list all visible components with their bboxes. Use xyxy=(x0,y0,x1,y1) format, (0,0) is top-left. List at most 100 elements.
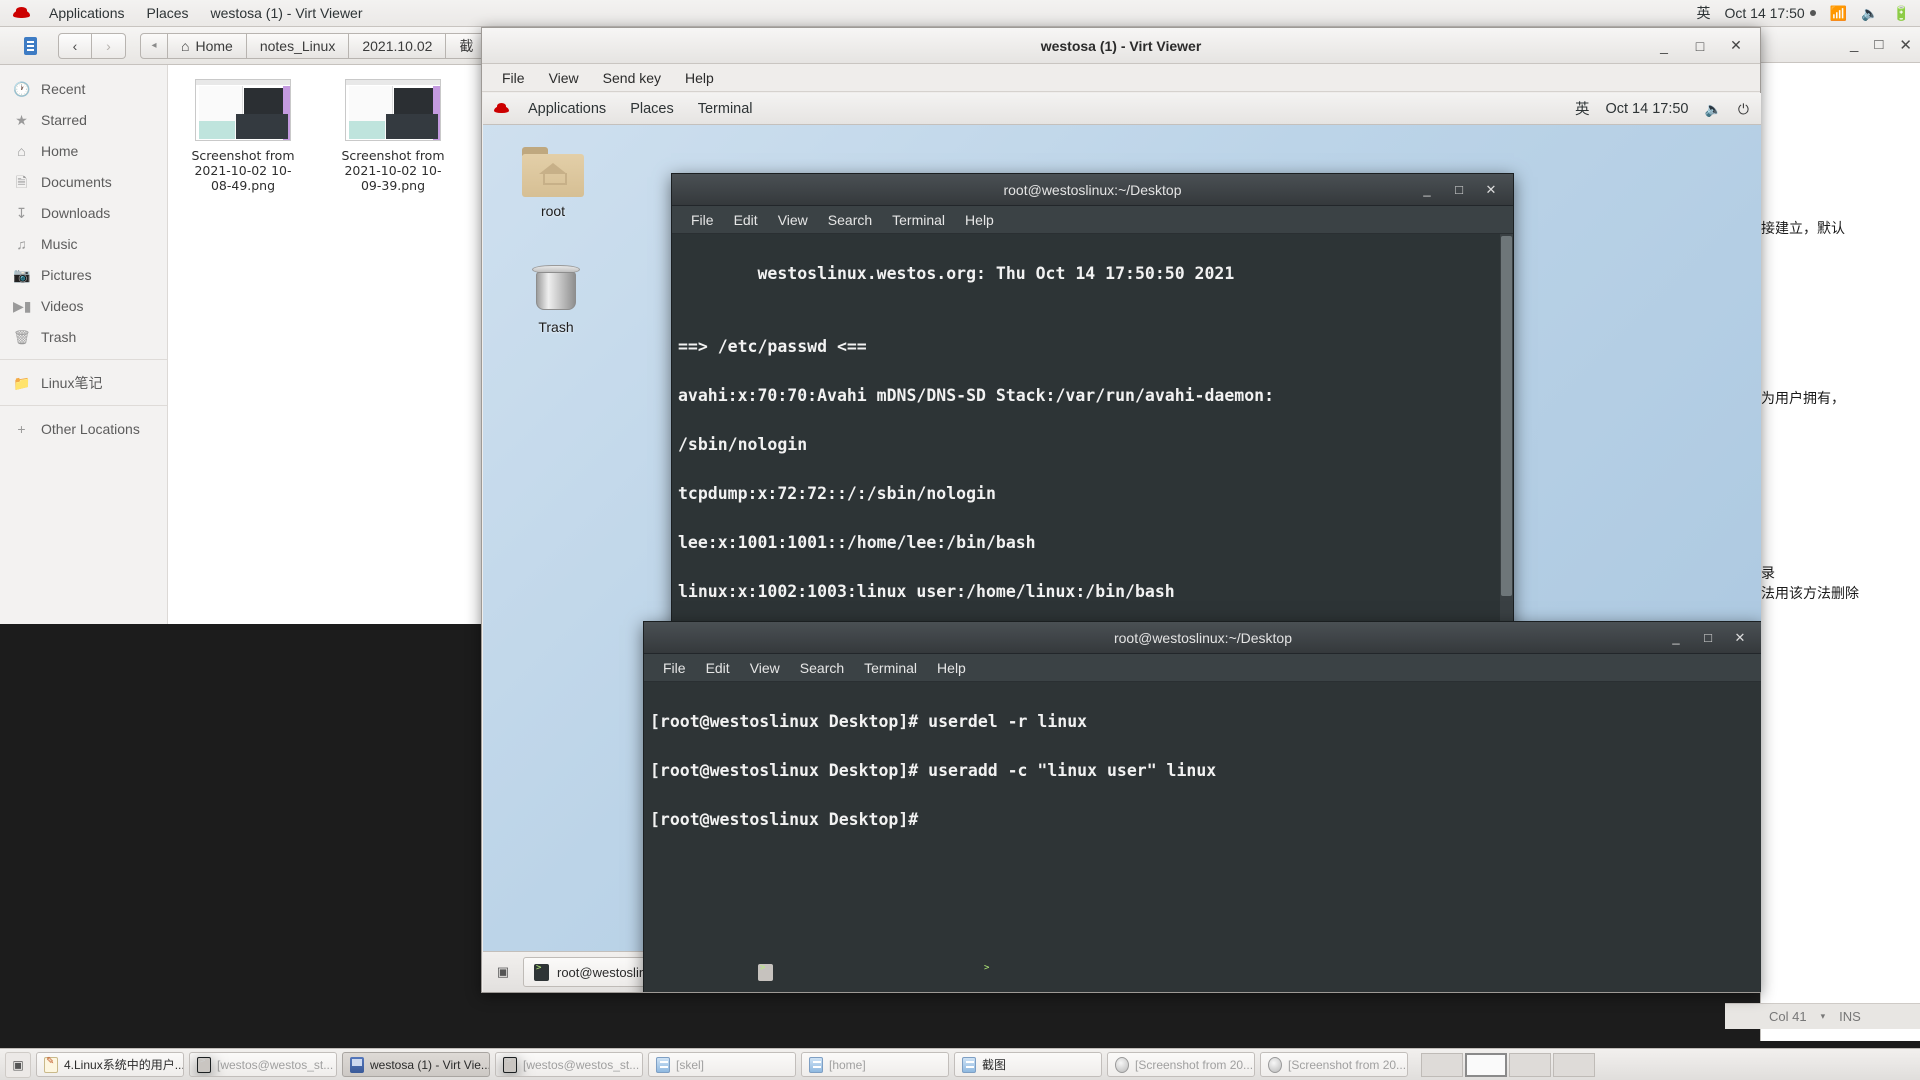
terminal-window-foreground[interactable]: root@westoslinux:~/Desktop _ □ ✕ File Ed… xyxy=(643,621,1761,992)
host-taskbar-item-virt-viewer[interactable]: westosa (1) - Virt Vie... xyxy=(342,1052,490,1077)
battery-icon[interactable]: 🔋 xyxy=(1893,6,1910,20)
menu-help[interactable]: Help xyxy=(675,67,724,89)
host-taskbar-item-home[interactable]: [home] xyxy=(801,1052,949,1077)
text-editor-minimize-button[interactable]: _ xyxy=(1850,36,1858,53)
host-taskbar-item-label: 截图 xyxy=(982,1056,1006,1073)
back-button[interactable]: ‹ xyxy=(58,33,92,59)
breadcrumb-item-home[interactable]: ⌂ Home xyxy=(168,33,247,59)
screenshot-icon xyxy=(1115,1057,1129,1073)
terminal-menu-file[interactable]: File xyxy=(654,657,695,679)
sidebar-item-pictures[interactable]: 📷 Pictures xyxy=(0,259,167,290)
host-taskbar-item-terminal-1[interactable]: [westos@westos_st... xyxy=(189,1052,337,1077)
terminal-menu-view[interactable]: View xyxy=(769,209,817,231)
redhat-logo-icon[interactable] xyxy=(493,102,511,115)
terminal-menu-terminal[interactable]: Terminal xyxy=(855,657,926,679)
desktop-icon-root[interactable]: root xyxy=(505,147,601,219)
terminal-front-minimize-button[interactable]: _ xyxy=(1661,626,1691,650)
text-editor-close-button[interactable]: ✕ xyxy=(1899,36,1912,54)
menu-send-key[interactable]: Send key xyxy=(593,67,671,89)
terminal-back-minimize-button[interactable]: _ xyxy=(1412,178,1442,202)
sidebar-item-other-locations[interactable]: + Other Locations xyxy=(0,413,167,444)
text-editor-maximize-button[interactable]: □ xyxy=(1874,36,1883,53)
terminal-menu-help[interactable]: Help xyxy=(956,209,1003,231)
terminal-back-close-button[interactable]: ✕ xyxy=(1476,178,1506,202)
chevron-down-icon[interactable]: ▾ xyxy=(1821,1011,1826,1022)
virt-viewer-window: westosa (1) - Virt Viewer _ □ ✕ File Vie… xyxy=(481,27,1761,993)
terminal-front-close-button[interactable]: ✕ xyxy=(1725,626,1755,650)
sidebar-item-documents[interactable]: 🗎 Documents xyxy=(0,166,167,197)
guest-vm-screen[interactable]: Applications Places Terminal 英 Oct 14 17… xyxy=(483,93,1761,992)
host-taskbar-item-notes[interactable]: 4.Linux系统中的用户... xyxy=(36,1052,184,1077)
breadcrumb-item-notes-linux[interactable]: notes_Linux xyxy=(247,33,350,59)
terminal-menu-help[interactable]: Help xyxy=(928,657,975,679)
menu-file[interactable]: File xyxy=(492,67,535,89)
guest-applications-menu[interactable]: Applications xyxy=(516,98,618,120)
terminal-menu-view[interactable]: View xyxy=(741,657,789,679)
sidebar-item-linux-notes[interactable]: 📁 Linux笔记 xyxy=(0,367,167,398)
terminal-menu-search[interactable]: Search xyxy=(819,209,881,231)
input-method-indicator[interactable]: 英 xyxy=(1697,3,1711,23)
terminal-menu-edit[interactable]: Edit xyxy=(697,657,739,679)
terminal-menu-terminal[interactable]: Terminal xyxy=(883,209,954,231)
guest-clock[interactable]: Oct 14 17:50 xyxy=(1605,101,1688,117)
volume-muted-icon[interactable]: 🔈 xyxy=(1861,6,1878,20)
wifi-icon[interactable]: 📶 xyxy=(1830,6,1847,20)
terminal-front-maximize-button[interactable]: □ xyxy=(1693,626,1723,650)
host-taskbar-item-skel[interactable]: [skel] xyxy=(648,1052,796,1077)
host-places-menu[interactable]: Places xyxy=(136,2,200,24)
virt-viewer-minimize-button[interactable]: _ xyxy=(1648,33,1680,59)
sidebar-item-downloads[interactable]: ↧ Downloads xyxy=(0,197,167,228)
redhat-logo-icon[interactable] xyxy=(12,6,32,20)
host-taskbar-item-label: [skel] xyxy=(676,1058,704,1072)
breadcrumb-scroll-left[interactable]: ◂ xyxy=(140,33,168,59)
guest-places-menu[interactable]: Places xyxy=(618,98,686,120)
forward-button[interactable]: › xyxy=(92,33,126,59)
terminal-front-output[interactable]: [root@westoslinux Desktop]# userdel -r l… xyxy=(644,682,1761,992)
terminal-front-titlebar[interactable]: root@westoslinux:~/Desktop _ □ ✕ xyxy=(644,622,1761,654)
terminal-icon xyxy=(503,1057,517,1073)
scrollbar-thumb[interactable] xyxy=(1501,236,1512,596)
breadcrumb-item-date[interactable]: 2021.10.02 xyxy=(349,33,446,59)
file-item[interactable]: Screenshot from 2021-10-02 10-08-49.png xyxy=(182,73,304,204)
desktop-icon-trash[interactable]: Trash xyxy=(508,265,604,335)
terminal-line: lee:x:1001:1001::/home/lee:/bin/bash xyxy=(678,531,1507,556)
power-icon[interactable]: ⏻ xyxy=(1738,102,1749,116)
guest-terminal-menu[interactable]: Terminal xyxy=(686,98,765,120)
terminal-menu-file[interactable]: File xyxy=(682,209,723,231)
sidebar-item-music[interactable]: ♫ Music xyxy=(0,228,167,259)
host-workspace-1[interactable] xyxy=(1421,1053,1463,1077)
terminal-menu-search[interactable]: Search xyxy=(791,657,853,679)
terminal-back-maximize-button[interactable]: □ xyxy=(1444,178,1474,202)
text-editor-content[interactable]: 接建立，默认 为用户拥有， 录 法用该方法删除 xyxy=(1761,63,1920,1023)
host-applications-menu[interactable]: Applications xyxy=(38,2,136,24)
sidebar-item-videos[interactable]: ▶▮ Videos xyxy=(0,290,167,321)
sidebar-toggle-icon[interactable] xyxy=(20,35,42,57)
guest-desktop[interactable]: 西部开源 root Trash root@westoslin xyxy=(483,125,1761,951)
host-clock[interactable]: Oct 14 17:50 xyxy=(1725,5,1816,21)
show-desktop-icon[interactable]: ▣ xyxy=(5,1052,31,1078)
column-indicator: Col 41 xyxy=(1769,1009,1807,1024)
show-desktop-icon[interactable]: ▣ xyxy=(489,957,517,987)
host-workspace-2[interactable] xyxy=(1465,1053,1507,1077)
host-active-window-title[interactable]: westosa (1) - Virt Viewer xyxy=(200,2,374,24)
sidebar-item-recent[interactable]: 🕐 Recent xyxy=(0,73,167,104)
sidebar-item-home[interactable]: ⌂ Home xyxy=(0,135,167,166)
guest-input-method-indicator[interactable]: 英 xyxy=(1575,98,1590,119)
terminal-menu-edit[interactable]: Edit xyxy=(725,209,767,231)
host-taskbar-item-screenshots-folder[interactable]: 截图 xyxy=(954,1052,1102,1077)
volume-muted-icon[interactable]: 🔈 xyxy=(1704,102,1721,116)
sidebar-item-starred[interactable]: ★ Starred xyxy=(0,104,167,135)
host-taskbar-item-terminal-2[interactable]: [westos@westos_st... xyxy=(495,1052,643,1077)
sidebar-item-trash[interactable]: 🗑 Trash xyxy=(0,321,167,352)
menu-view[interactable]: View xyxy=(539,67,589,89)
host-workspace-3[interactable] xyxy=(1509,1053,1551,1077)
virt-viewer-maximize-button[interactable]: □ xyxy=(1684,33,1716,59)
host-taskbar-item-screenshot-2[interactable]: [Screenshot from 20... xyxy=(1260,1052,1408,1077)
sidebar-item-label: Documents xyxy=(41,174,112,190)
host-taskbar-item-screenshot-1[interactable]: [Screenshot from 20... xyxy=(1107,1052,1255,1077)
virt-viewer-close-button[interactable]: ✕ xyxy=(1720,33,1752,59)
terminal-back-titlebar[interactable]: root@westoslinux:~/Desktop _ □ ✕ xyxy=(672,174,1513,206)
host-workspace-4[interactable] xyxy=(1553,1053,1595,1077)
file-item[interactable]: Screenshot from 2021-10-02 10-09-39.png xyxy=(332,73,454,204)
virt-viewer-titlebar[interactable]: westosa (1) - Virt Viewer _ □ ✕ xyxy=(482,28,1760,64)
